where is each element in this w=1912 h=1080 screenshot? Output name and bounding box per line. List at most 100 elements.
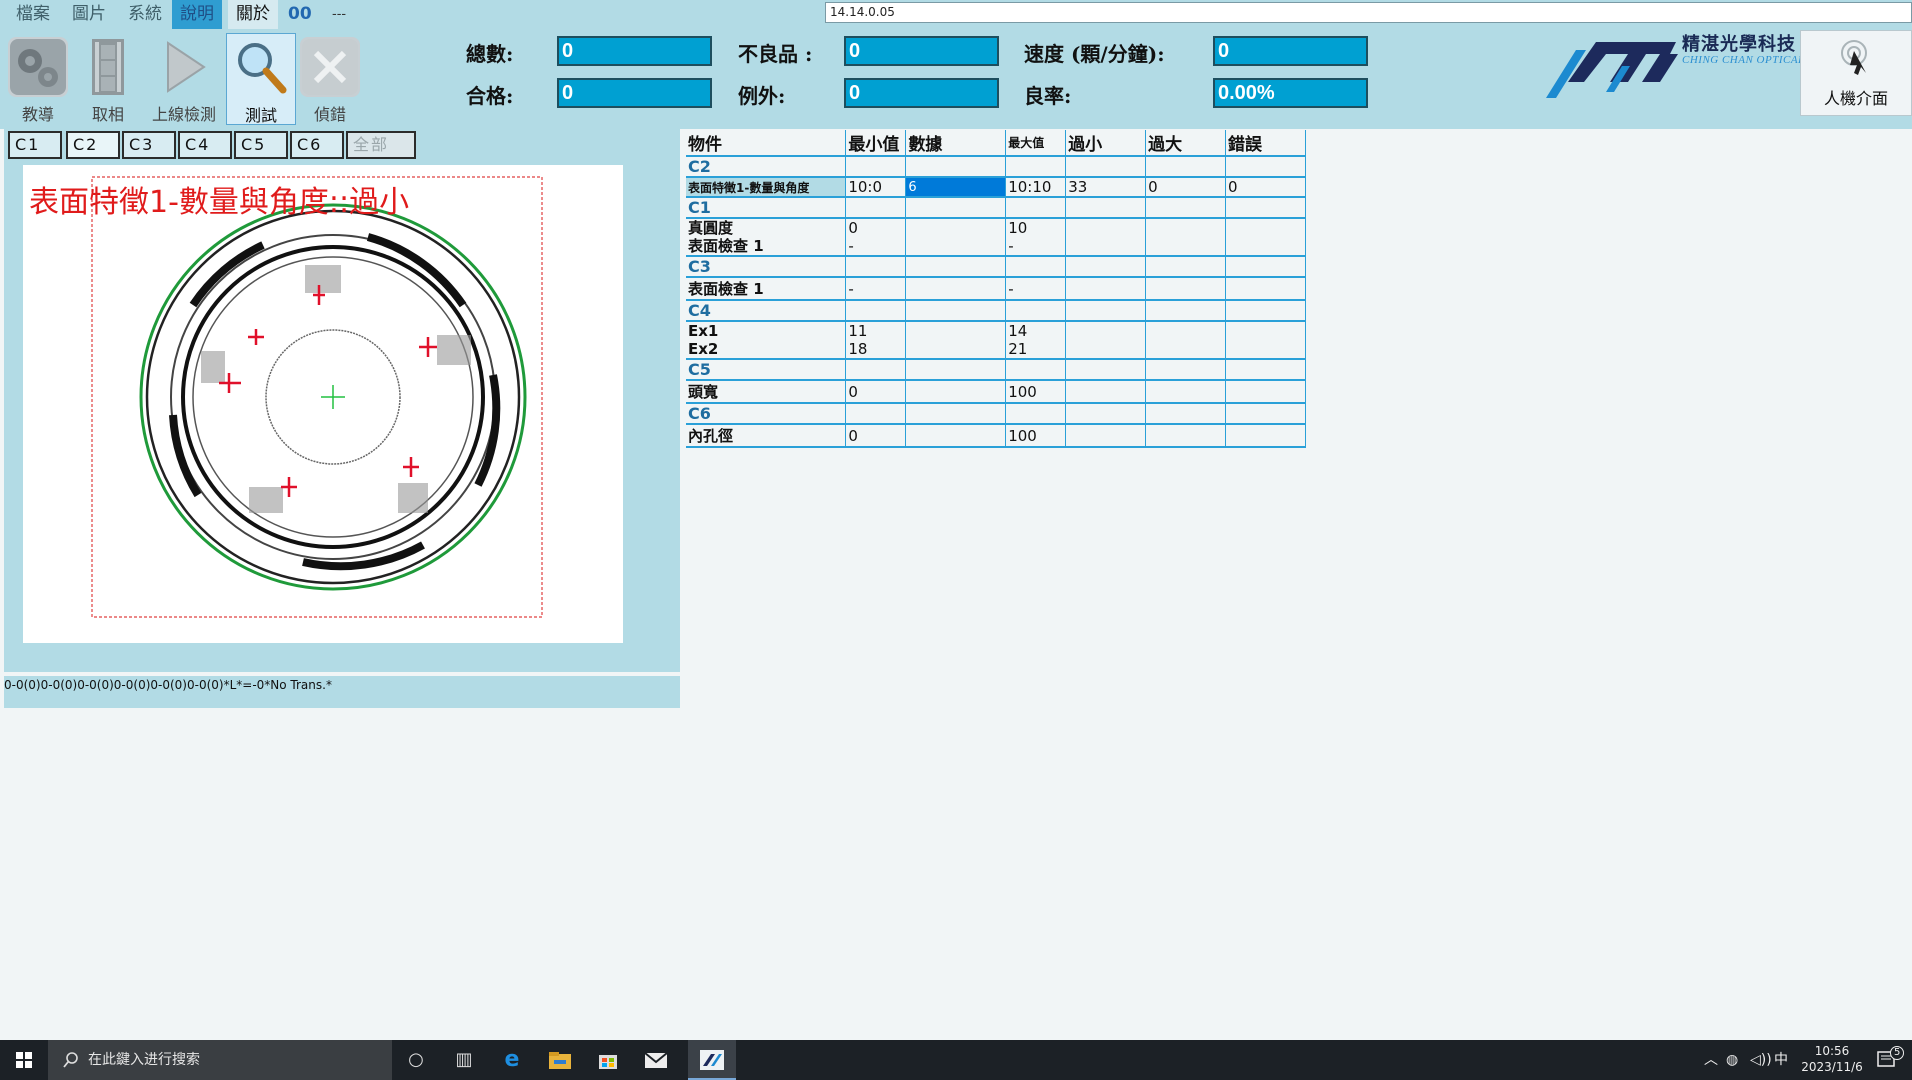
tab-c3[interactable]: C3	[122, 131, 176, 159]
row-min: 0	[845, 380, 907, 404]
debug-button[interactable]: 偵錯	[296, 33, 364, 125]
row-under	[1065, 321, 1147, 360]
task-view-icon[interactable]: ▥	[440, 1040, 488, 1080]
tab-c5[interactable]: C5	[234, 131, 288, 159]
group-row-c4: C4	[686, 300, 1306, 322]
volume-icon[interactable]: ◁))	[1750, 1040, 1772, 1080]
test-label: 測試	[244, 106, 277, 125]
taskbar: 在此鍵入进行搜索 ○ ▥ e ︿ ◍ ◁)) 中 10:56 2023/11/6…	[0, 1040, 1912, 1080]
row-over	[1145, 277, 1227, 301]
notifications-button[interactable]: 5	[1876, 1040, 1905, 1080]
defect-value: 0	[844, 36, 999, 66]
row-data	[905, 380, 1007, 404]
col-under: 過小	[1065, 130, 1147, 157]
status-bar: 0-0(0)0-0(0)0-0(0)0-0(0)0-0(0)0-0(0)*L*=…	[4, 676, 680, 708]
yield-label: 良率:	[1024, 84, 1072, 108]
row-under	[1065, 424, 1147, 448]
inspection-image[interactable]: 表面特徵1-數量與角度::過小	[23, 165, 623, 643]
table-row[interactable]: 真圓度 表面檢查 1 0 - 10 -	[686, 218, 1306, 257]
menu-image[interactable]: 圖片	[64, 0, 114, 29]
row-over: 0	[1145, 177, 1227, 198]
mail-icon[interactable]	[632, 1040, 680, 1080]
group-row-c3: C3	[686, 256, 1306, 278]
edge-icon[interactable]: e	[488, 1040, 536, 1080]
network-globe-icon[interactable]: ◍	[1726, 1040, 1738, 1080]
row-error	[1225, 218, 1306, 257]
group-row-c1: C1	[686, 197, 1306, 219]
table-row[interactable]: 頭寬 0 100	[686, 380, 1306, 404]
clock-time: 10:56	[1814, 1044, 1850, 1058]
row-name: 頭寬	[686, 380, 847, 404]
row-max: -	[1005, 277, 1067, 301]
menu-about[interactable]: 關於	[228, 0, 278, 29]
app-taskbar-icon[interactable]	[688, 1040, 736, 1080]
tab-c6[interactable]: C6	[290, 131, 344, 159]
speed-label: 速度 (顆/分鐘):	[1024, 42, 1165, 66]
row-min: 0	[845, 424, 907, 448]
capture-button[interactable]: 取相	[74, 33, 142, 125]
col-max: 最大值	[1005, 130, 1067, 157]
row-name: Ex1 Ex2	[686, 321, 847, 360]
tab-all[interactable]: 全部	[346, 131, 416, 159]
row-under	[1065, 380, 1147, 404]
tab-c2[interactable]: C2	[66, 131, 120, 159]
table-row[interactable]: 表面特徵1-數量與角度 10:0 6 10:10 33 0 0	[686, 177, 1306, 198]
col-over: 過大	[1145, 130, 1227, 157]
menu-file[interactable]: 檔案	[8, 0, 58, 29]
row-min: 11 18	[845, 321, 907, 360]
defect-label: 不良品 :	[738, 42, 813, 66]
inspection-result-text: 表面特徵1-數量與角度::過小	[29, 185, 410, 220]
part-image	[91, 176, 543, 618]
store-icon[interactable]	[584, 1040, 632, 1080]
row-min: -	[845, 277, 907, 301]
row-error: 0	[1225, 177, 1306, 198]
group-row-c2: C2	[686, 156, 1306, 178]
debug-label: 偵錯	[313, 105, 346, 124]
film-icon	[78, 37, 138, 97]
menu-help[interactable]: 說明	[172, 0, 222, 29]
notification-count: 5	[1890, 1046, 1905, 1060]
start-button[interactable]	[0, 1040, 48, 1080]
table-row[interactable]: 內孔徑 0 100	[686, 424, 1306, 448]
tray-chevron-icon[interactable]: ︿	[1704, 1040, 1718, 1080]
tab-c4[interactable]: C4	[178, 131, 232, 159]
row-data	[905, 424, 1007, 448]
row-max: 14 21	[1005, 321, 1067, 360]
menu-system[interactable]: 系統	[120, 0, 170, 29]
row-name: 真圓度 表面檢查 1	[686, 218, 847, 257]
col-min: 最小值	[845, 130, 907, 157]
group-row-c6: C6	[686, 403, 1306, 425]
logo-text-en: CHING CHAN OPTICAL	[1682, 54, 1805, 66]
online-inspect-button[interactable]: 上線檢測	[146, 33, 222, 125]
tab-c1[interactable]: C1	[8, 131, 62, 159]
group-row-c5: C5	[686, 359, 1306, 381]
hmi-button[interactable]: 人機介面	[1800, 30, 1912, 116]
table-row[interactable]: 表面檢查 1 - -	[686, 277, 1306, 301]
table-row[interactable]: Ex1 Ex2 11 18 14 21	[686, 321, 1306, 360]
magnifier-icon	[231, 38, 291, 98]
play-icon	[154, 37, 214, 97]
clock-date: 2023/11/6	[1801, 1060, 1863, 1074]
logo-text-cn: 精湛光學科技	[1682, 34, 1796, 55]
tools-icon	[300, 37, 360, 97]
teach-button[interactable]: 教導	[4, 33, 72, 125]
cortana-icon[interactable]: ○	[392, 1040, 440, 1080]
row-max: 10 -	[1005, 218, 1067, 257]
row-under	[1065, 277, 1147, 301]
capture-label: 取相	[91, 105, 124, 124]
test-button[interactable]: 測試	[226, 33, 296, 125]
row-name: 表面特徵1-數量與角度	[686, 177, 847, 198]
speed-value: 0	[1213, 36, 1368, 66]
row-error	[1225, 321, 1306, 360]
taskbar-search-box[interactable]: 在此鍵入进行搜索	[48, 1040, 392, 1080]
row-data	[905, 277, 1007, 301]
taskbar-clock[interactable]: 10:56 2023/11/6	[1800, 1043, 1864, 1075]
row-max: 10:10	[1005, 177, 1067, 198]
col-error: 錯誤	[1225, 130, 1306, 157]
ime-indicator[interactable]: 中	[1774, 1040, 1788, 1080]
file-explorer-icon[interactable]	[536, 1040, 584, 1080]
col-object: 物件	[686, 130, 847, 157]
row-min: 10:0	[845, 177, 907, 198]
row-data[interactable]: 6	[905, 177, 1007, 198]
row-under: 33	[1065, 177, 1147, 198]
